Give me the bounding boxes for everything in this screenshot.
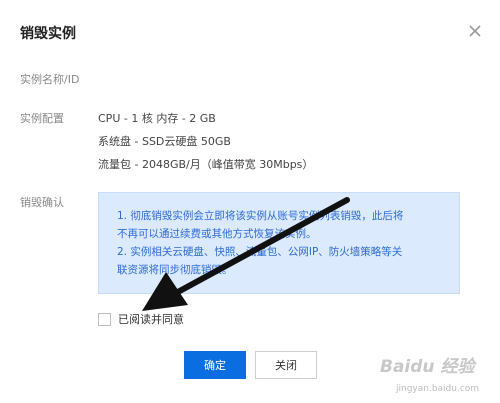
baidu-watermark: Baidu 经验 jingyan.baidu.com [380,350,498,402]
instance-config-label: 实例配置 [20,112,64,125]
close-icon[interactable] [466,22,484,40]
config-system-disk: 系统盘 - SSD云硬盘 50GB [98,135,231,148]
agree-row[interactable]: 已阅读并同意 [98,311,184,327]
instance-name-label: 实例名称/ID [20,73,80,86]
destroy-warning-notice: 1. 彻底销毁实例会立即将该实例从账号实例列表销毁，此后将 不再可以通过续费或其… [98,192,460,294]
close-button[interactable]: 关闭 [255,351,317,379]
agree-checkbox[interactable] [98,312,111,326]
config-cpu-memory: CPU - 1 核 内存 - 2 GB [98,112,216,125]
watermark-url: jingyan.baidu.com [396,384,480,394]
watermark-logo: Baidu 经验 [380,357,475,377]
dialog-title: 销毁实例 [20,26,76,42]
notice-line: 不再可以通过续费或其他方式恢复该实例。 [117,228,317,240]
destroy-instance-dialog: 销毁实例 实例名称/ID 实例配置 CPU - 1 核 内存 - 2 GB 系统… [0,0,500,403]
confirm-button[interactable]: 确定 [184,351,246,379]
notice-line: 联资源将同步彻底销毁。 [117,264,233,276]
agree-checkbox-label[interactable]: 已阅读并同意 [118,311,184,327]
destroy-confirm-label: 销毁确认 [20,196,64,209]
notice-line: 2. 实例相关云硬盘、快照、流量包、公网IP、防火墙策略等关 [117,246,403,258]
notice-line: 1. 彻底销毁实例会立即将该实例从账号实例列表销毁，此后将 [117,210,404,222]
config-traffic-package: 流量包 - 2048GB/月（峰值带宽 30Mbps） [98,158,314,171]
